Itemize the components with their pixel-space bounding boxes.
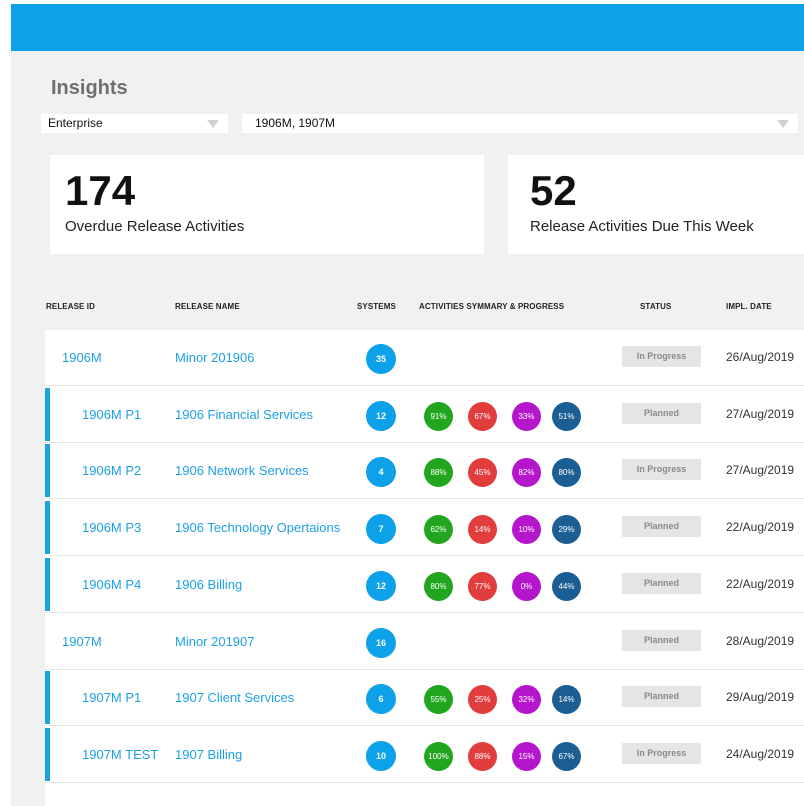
release-id-link[interactable]: 1906M [62,350,102,365]
column-header-impl-date[interactable]: IMPL. DATE [726,302,772,311]
activity-progress-indicator[interactable]: 88% [424,458,453,488]
status-badge: Planned [622,629,701,651]
release-name-link[interactable]: Minor 201907 [175,634,255,649]
activity-progress-indicator[interactable]: 62% [424,515,453,545]
kpi-card-overdue[interactable]: 174 Overdue Release Activities [50,155,484,254]
status-badge: Planned [622,572,701,594]
activity-progress-indicator[interactable]: 67% [468,401,497,431]
child-row-indicator [45,444,50,498]
table-row[interactable]: 1907M P1 1907 Client Services 6 55% 25% 32% 14… [45,670,804,727]
column-header-activities-progress[interactable]: ACTIVITIES SYMMARY & PROGRESS [419,302,564,311]
activity-progress-indicator[interactable]: 77% [468,571,497,601]
release-name-link[interactable]: Minor 201906 [175,350,255,365]
activity-progress-indicator[interactable]: 44% [552,571,581,601]
scope-select[interactable]: Enterprise [41,114,228,133]
column-header-systems[interactable]: SYSTEMS [357,302,396,311]
status-badge: In Progress [622,346,701,367]
release-name-link[interactable]: 1906 Billing [175,577,242,592]
status-badge: In Progress [622,459,701,481]
column-header-status[interactable]: STATUS [640,302,671,311]
kpi-label: Overdue Release Activities [65,218,245,235]
systems-count-badge[interactable]: 6 [366,684,396,715]
chevron-down-icon [207,120,219,128]
activity-progress-indicator[interactable]: 10% [512,515,541,545]
activity-progress-indicator[interactable]: 14% [552,685,581,715]
top-header-bar [11,4,804,51]
activity-progress-indicator[interactable]: 29% [552,515,581,545]
impl-date: 27/Aug/2019 [726,406,795,421]
release-name-link[interactable]: 1906 Technology Opertaions [175,520,340,535]
release-id-link[interactable]: 1906M P3 [82,520,141,535]
release-name-link[interactable]: 1907 Billing [175,747,242,762]
table-row[interactable]: 1906M P3 1906 Technology Opertaions 7 62% 14… [45,500,804,557]
kpi-card-due-this-week[interactable]: 52 Release Activities Due This Week [508,155,804,254]
release-name-link[interactable]: 1906 Network Services [175,463,309,478]
scope-select-value: Enterprise [48,116,103,130]
release-id-link[interactable]: 1907M TEST [82,747,158,762]
impl-date: 22/Aug/2019 [726,520,795,535]
status-badge: In Progress [622,742,701,764]
systems-count-badge[interactable]: 12 [366,400,396,431]
column-header-release-id[interactable]: RELEASE ID [46,302,95,311]
release-select[interactable]: 1906M, 1907M [242,114,798,133]
impl-date: 28/Aug/2019 [726,633,795,648]
systems-count-badge[interactable]: 7 [366,514,396,545]
child-row-indicator [45,387,50,441]
page-title: Insights [51,77,128,99]
systems-count-badge[interactable]: 16 [366,627,396,658]
systems-count-badge[interactable]: 4 [366,457,396,488]
impl-date: 26/Aug/2019 [726,350,795,364]
activity-progress-indicator[interactable]: 25% [468,685,497,715]
activity-progress-indicator[interactable]: 32% [512,685,541,715]
status-badge: Planned [622,516,701,538]
activity-progress-indicator[interactable]: 33% [512,401,541,431]
chevron-down-icon [777,120,789,128]
kpi-value: 52 [530,167,577,214]
table-row[interactable]: 1906M P2 1906 Network Services 4 88% 45% 82% 8… [45,443,804,500]
kpi-label: Release Activities Due This Week [530,218,754,235]
release-id-link[interactable]: 1906M P2 [82,463,141,478]
systems-count-badge[interactable]: 10 [366,740,396,771]
activity-progress-indicator[interactable]: 51% [552,401,581,431]
release-name-link[interactable]: 1906 Financial Services [175,407,313,422]
activity-progress-indicator[interactable]: 14% [468,515,497,545]
release-id-link[interactable]: 1907M P1 [82,690,141,705]
activity-progress-indicator[interactable]: 82% [512,458,541,488]
table-row[interactable]: 1907M Minor 201907 16 Planned 28/Aug/2019 [45,614,804,670]
release-id-link[interactable]: 1907M [62,634,102,649]
table-row[interactable]: 1907M TEST 1907 Billing 10 100% 88% 15% 67% In … [45,727,804,783]
child-row-indicator [45,557,50,611]
activity-progress-indicator[interactable]: 45% [468,458,497,488]
table-row[interactable]: 1906M P1 1906 Financial Services 12 91% 67% 3… [45,387,804,443]
activity-progress-indicator[interactable]: 80% [552,458,581,488]
child-row-indicator [45,727,50,781]
systems-count-badge[interactable]: 12 [366,570,396,601]
impl-date: 24/Aug/2019 [726,746,795,761]
activity-progress-indicator[interactable]: 55% [424,685,453,715]
impl-date: 29/Aug/2019 [726,690,795,705]
table-row[interactable]: 1906M Minor 201906 35 In Progress 26/Aug/201… [45,330,804,386]
table-row[interactable]: 1906M P4 1906 Billing 12 80% 77% 0% 44% Planned… [45,557,804,613]
child-row-indicator [45,671,50,725]
impl-date: 22/Aug/2019 [726,576,795,591]
release-select-value: 1906M, 1907M [255,116,336,130]
impl-date: 27/Aug/2019 [726,463,795,478]
kpi-value: 174 [65,167,136,214]
status-badge: Planned [622,402,701,424]
activity-progress-indicator[interactable]: 100% [424,741,453,771]
activity-progress-indicator[interactable]: 67% [552,741,581,771]
activity-progress-indicator[interactable]: 88% [468,741,497,771]
activity-progress-indicator[interactable]: 15% [512,741,541,771]
release-id-link[interactable]: 1906M P4 [82,577,141,592]
status-badge: Planned [622,686,701,708]
release-id-link[interactable]: 1906M P1 [82,407,141,422]
activity-progress-indicator[interactable]: 91% [424,401,453,431]
column-header-release-name[interactable]: RELEASE NAME [175,302,240,311]
child-row-indicator [45,501,50,555]
release-name-link[interactable]: 1907 Client Services [175,690,294,705]
activity-progress-indicator[interactable]: 80% [424,571,453,601]
activity-progress-indicator[interactable]: 0% [512,571,541,601]
systems-count-badge[interactable]: 35 [366,344,396,374]
